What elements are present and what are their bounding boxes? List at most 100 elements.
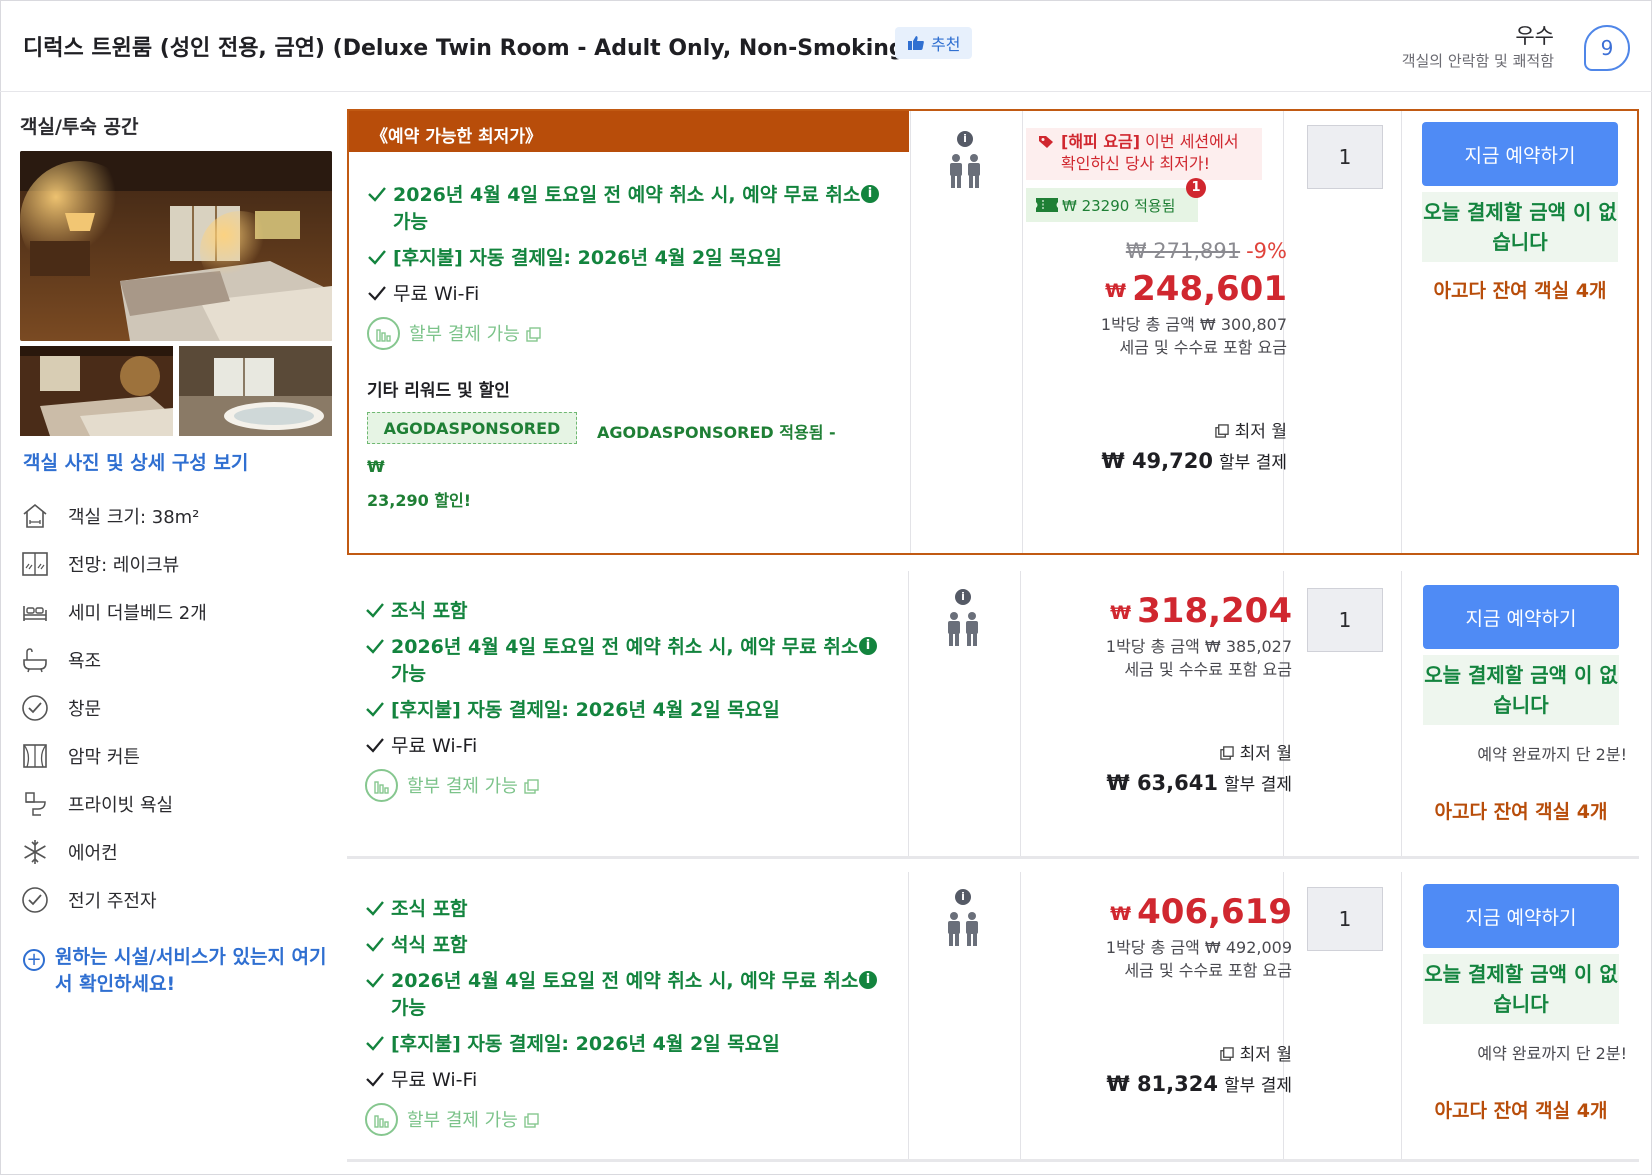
pay-today-notice: 오늘 결제할 금액 이 없습니다 [1423,954,1619,1024]
room-quantity-select[interactable]: 1 [1307,887,1383,951]
amenity-label: 욕조 [68,651,102,672]
book-now-button[interactable]: 지금 예약하기 [1423,884,1619,948]
room-header: 디럭스 트윈룸 (성인 전용, 금연) (Deluxe Twin Room - … [0,0,1652,92]
rating-subtitle: 객실의 안락함 및 쾌적함 [1401,52,1554,70]
external-link-icon [1219,746,1234,760]
benefit-list: 조식 포함 2026년 4월 4일 토요일 전 예약 취소 시, 예약 무료 취… [365,598,877,812]
monthly-label-text: 최저 월 [1239,1045,1292,1065]
info-icon[interactable]: i [859,971,877,989]
benefit-item: 2026년 4월 4일 토요일 전 예약 취소 시, 예약 무료 취소 가능 i [365,968,877,1022]
monthly-amount-value: ₩ 81,324 [1106,1072,1218,1096]
benefit-text: [후지불] 자동 결제일: 2026년 4월 2일 목요일 [393,247,782,269]
offer-row: 조식 포함 석식 포함 2026년 4월 4일 토요일 전 예약 취소 시, 예… [347,872,1639,1162]
check-icon [368,187,386,202]
tax-note: 세금 및 수수료 포함 요금 [1124,660,1292,679]
almost-done-notice: 예약 완료까지 단 2분! [1477,745,1627,764]
rating-word: 우수 [1515,24,1554,48]
benefit-item: 할부 결제 가능 [365,769,865,803]
offer-row-best-price: 《예약 가능한 최저가》 2026년 4월 4일 토요일 전 예약 취소 시, … [347,109,1639,555]
benefit-item: [후지불] 자동 결제일: 2026년 4월 2일 목요일 [365,1031,865,1058]
room-photo-thumb-2[interactable] [179,346,332,436]
ticket-icon [1036,198,1058,212]
currency-symbol: ₩ [1110,602,1132,624]
info-icon[interactable]: i [861,185,879,203]
amenity-label: 프라이빗 욕실 [68,795,174,816]
amenity-item: 세미 더블베드 2개 [20,588,340,636]
book-now-button[interactable]: 지금 예약하기 [1423,585,1619,649]
pay-today-notice: 오늘 결제할 금액 이 없습니다 [1423,655,1619,725]
amenity-item: 창문 [20,684,340,732]
room-photos-link[interactable]: 객실 사진 및 상세 구성 보기 [23,448,248,475]
snowflake-icon [20,837,50,867]
curtain-icon [20,741,50,771]
tax-note: 세금 및 수수료 포함 요금 [1124,961,1292,980]
installment-link[interactable]: 할부 결제 가능 [367,317,867,351]
benefit-text: 2026년 4월 4일 토요일 전 예약 취소 시, 예약 무료 취소 가능 [391,970,859,1019]
amenity-list: 객실 크기: 38m² 전망: 레이크뷰 세미 더블베드 2개 욕조 창문 암막… [20,492,340,924]
check-icon [366,702,384,717]
info-icon[interactable]: i [957,131,973,147]
check-icon [366,639,384,654]
benefit-item: 무료 Wi-Fi [365,1067,865,1094]
benefit-item: 무료 Wi-Fi [365,733,865,760]
per-night-total: 1박당 총 금액 ₩ 492,009 [1105,938,1292,957]
monthly-installment-amount: ₩ 63,641 할부 결제 [1106,770,1292,795]
room-quantity-select[interactable]: 1 [1307,588,1383,652]
room-quantity-select[interactable]: 1 [1307,125,1383,189]
amenity-item: 전망: 레이크뷰 [20,540,340,588]
benefit-text: 2026년 4월 4일 토요일 전 예약 취소 시, 예약 무료 취소 가능 [393,184,861,233]
room-photo-image [20,151,332,341]
column-divider [1401,872,1402,1159]
amenity-item: 욕조 [20,636,340,684]
room-photo-main[interactable] [20,151,332,341]
benefit-item: 2026년 4월 4일 토요일 전 예약 취소 시, 예약 무료 취소 가능 i [367,182,879,236]
benefit-text: 무료 Wi-Fi [391,735,478,757]
book-now-button[interactable]: 지금 예약하기 [1422,122,1618,186]
benefit-item: [후지불] 자동 결제일: 2026년 4월 2일 목요일 [367,245,867,272]
tax-note: 세금 및 수수료 포함 요금 [1119,338,1287,357]
coupon-code-badge: AGODASPONSORED [367,412,577,444]
check-circle-icon [20,885,50,915]
installment-link[interactable]: 할부 결제 가능 [365,769,865,803]
original-price: ₩ 271,891 -9% [1101,239,1287,263]
monthly-installment-amount: ₩ 49,720 할부 결제 [1101,448,1287,473]
check-icon [366,603,384,618]
check-circle-icon [20,693,50,723]
rooms-left-notice: 아고다 잔여 객실 4개 [1433,280,1607,302]
monthly-installment-amount: ₩ 81,324 할부 결제 [1106,1071,1292,1096]
column-divider [910,111,911,553]
room-photo-thumb-1[interactable] [20,346,173,436]
info-icon[interactable]: i [859,637,877,655]
benefit-text: 무료 Wi-Fi [391,1069,478,1091]
amenity-label: 전망: 레이크뷰 [68,555,180,576]
amenity-item: 객실 크기: 38m² [20,492,340,540]
external-link-icon [1219,1047,1234,1061]
applied-discount-badge: ₩ 23290 적용됨 1 [1026,178,1206,222]
amenity-label: 전기 주전자 [68,891,157,912]
info-icon[interactable]: i [955,589,971,605]
benefit-item: [후지불] 자동 결제일: 2026년 4월 2일 목요일 [365,697,865,724]
benefit-text: 조식 포함 [391,600,468,622]
column-divider [908,872,909,1159]
happy-rate-label: [해피 요금] [1061,132,1141,151]
recommend-badge-label: 추천 [931,35,961,54]
benefit-text: 조식 포함 [391,898,468,920]
thumbs-up-icon [908,36,924,50]
applied-discount-text: ₩ 23290 적용됨 [1062,196,1176,215]
check-icon [368,250,386,265]
final-price-value: 248,601 [1132,269,1287,309]
room-size-icon [20,501,50,531]
info-icon[interactable]: i [955,889,971,905]
occupancy: i [943,889,983,951]
final-price-value: 318,204 [1137,591,1292,631]
check-icon [366,937,384,952]
plus-circle-icon: + [23,949,45,971]
check-icon [366,738,384,753]
facility-search-link[interactable]: + 원하는 시설/서비스가 있는지 여기서 확인하세요! [23,944,333,998]
column-divider [908,571,909,856]
benefit-item: 2026년 4월 4일 토요일 전 예약 취소 시, 예약 무료 취소 가능 i [365,634,877,688]
happy-rate-notice: [해피 요금] 이번 세션에서 확인하신 당사 최저가! [1026,128,1262,180]
amenity-label: 에어컨 [68,843,118,864]
installment-link[interactable]: 할부 결제 가능 [365,1103,865,1137]
toilet-icon [20,789,50,819]
